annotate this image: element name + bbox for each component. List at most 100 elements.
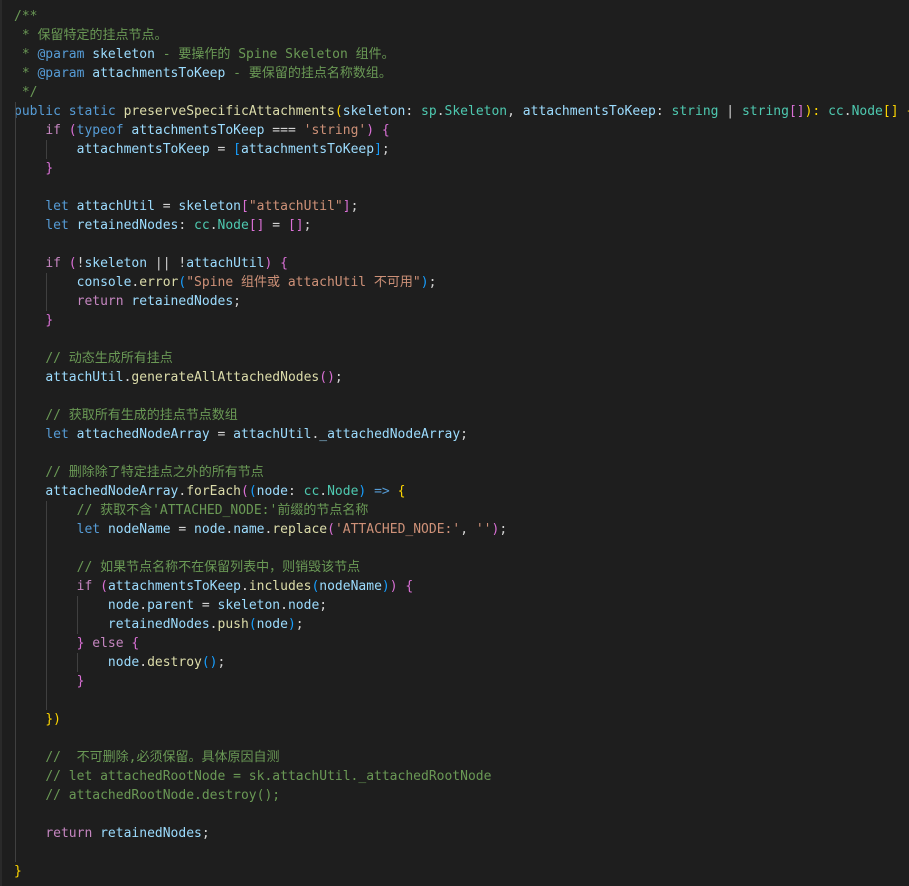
code-token: else bbox=[92, 636, 124, 651]
code-token: ( bbox=[334, 104, 343, 119]
code-line[interactable]: return retainedNodes; bbox=[14, 292, 909, 311]
code-line[interactable]: } bbox=[14, 672, 909, 691]
code-line[interactable]: node.destroy(); bbox=[14, 653, 909, 672]
code-token: // 删除除了特定挂点之外的所有节点 bbox=[45, 465, 264, 480]
code-token: includes bbox=[248, 579, 312, 594]
code-editor[interactable]: /** * 保留特定的挂点节点。 * @param skeleton - 要操作… bbox=[0, 0, 909, 886]
code-line[interactable]: let attachUtil = skeleton["attachUtil"]; bbox=[14, 197, 909, 216]
code-line[interactable]: attachUtil.generateAllAttachedNodes(); bbox=[14, 368, 909, 387]
code-line[interactable]: node.parent = skeleton.node; bbox=[14, 596, 909, 615]
code-line[interactable]: } else { bbox=[14, 634, 909, 653]
code-line[interactable]: let retainedNodes: cc.Node[] = []; bbox=[14, 216, 909, 235]
code-token: destroy bbox=[147, 655, 202, 670]
code-token: skeleton bbox=[92, 47, 155, 62]
code-line[interactable]: // 删除除了特定挂点之外的所有节点 bbox=[14, 463, 909, 482]
code-line[interactable] bbox=[14, 805, 909, 824]
code-line[interactable]: } bbox=[14, 159, 909, 178]
code-token: ( bbox=[241, 484, 249, 499]
code-token: Skeleton bbox=[444, 104, 508, 119]
code-token: /** bbox=[14, 9, 38, 24]
code-token: ) bbox=[381, 579, 390, 594]
code-token: // attachedRootNode.destroy(); bbox=[45, 788, 281, 803]
code-token: : bbox=[287, 484, 304, 499]
code-line[interactable] bbox=[14, 178, 909, 197]
code-token: ; bbox=[460, 427, 468, 442]
code-line[interactable]: } bbox=[14, 862, 909, 881]
code-line[interactable]: */ bbox=[14, 83, 909, 102]
code-line[interactable] bbox=[14, 235, 909, 254]
code-line[interactable]: public static preserveSpecificAttachment… bbox=[14, 102, 909, 121]
code-token: static bbox=[68, 104, 116, 119]
code-token: . bbox=[139, 598, 148, 613]
code-line[interactable]: } bbox=[14, 311, 909, 330]
code-token: = bbox=[209, 142, 234, 157]
code-token: ] bbox=[374, 142, 382, 157]
code-line[interactable]: * @param attachmentsToKeep - 要保留的挂点名称数组。 bbox=[14, 64, 909, 83]
code-line[interactable]: if (!skeleton || !attachUtil) { bbox=[14, 254, 909, 273]
code-token: @param bbox=[37, 66, 85, 81]
code-line[interactable]: }) bbox=[14, 710, 909, 729]
code-token: ) { bbox=[366, 123, 390, 138]
code-token: nodeName bbox=[107, 522, 171, 537]
code-token: ( bbox=[327, 522, 335, 537]
code-line[interactable] bbox=[14, 691, 909, 710]
code-token: = bbox=[194, 598, 218, 613]
code-token: { bbox=[123, 636, 140, 651]
code-line[interactable] bbox=[14, 539, 909, 558]
editor-gutter bbox=[0, 0, 2, 886]
code-line[interactable]: // 获取所有生成的挂点节点数组 bbox=[14, 406, 909, 425]
indent-guide bbox=[15, 102, 16, 862]
code-token: retainedNodes bbox=[107, 617, 210, 632]
code-token: () bbox=[201, 655, 218, 670]
code-token: => bbox=[366, 484, 398, 499]
code-token: { bbox=[397, 484, 406, 499]
code-token: ) bbox=[287, 617, 296, 632]
code-token: retainedNodes bbox=[131, 294, 234, 309]
code-line[interactable]: retainedNodes.push(node); bbox=[14, 615, 909, 634]
code-line[interactable]: // 不可删除,必须保留。具体原因自测 bbox=[14, 748, 909, 767]
code-line[interactable] bbox=[14, 387, 909, 406]
code-line[interactable]: let attachedNodeArray = attachUtil._atta… bbox=[14, 425, 909, 444]
code-token: 'string' bbox=[303, 123, 367, 138]
code-token: . bbox=[209, 218, 218, 233]
code-line[interactable]: // 如果节点名称不在保留列表中，则销毁该节点 bbox=[14, 558, 909, 577]
code-line[interactable]: if (attachmentsToKeep.includes(nodeName)… bbox=[14, 577, 909, 596]
code-line[interactable]: /** bbox=[14, 7, 909, 26]
code-line[interactable] bbox=[14, 330, 909, 349]
code-token: ; bbox=[334, 370, 343, 385]
code-line[interactable]: if (typeof attachmentsToKeep === 'string… bbox=[14, 121, 909, 140]
code-line[interactable] bbox=[14, 843, 909, 862]
code-line[interactable]: let nodeName = node.name.replace('ATTACH… bbox=[14, 520, 909, 539]
code-line[interactable]: // 获取不含'ATTACHED_NODE:'前缀的节点名称 bbox=[14, 501, 909, 520]
code-line[interactable]: attachedNodeArray.forEach((node: cc.Node… bbox=[14, 482, 909, 501]
code-token: = bbox=[170, 522, 195, 537]
code-line[interactable] bbox=[14, 444, 909, 463]
code-token: ; bbox=[295, 617, 304, 632]
code-token: node bbox=[194, 522, 226, 537]
code-token: ( bbox=[68, 256, 77, 271]
code-token: node bbox=[256, 484, 288, 499]
code-token: } bbox=[45, 313, 54, 328]
code-line[interactable] bbox=[14, 729, 909, 748]
code-line[interactable]: attachmentsToKeep = [attachmentsToKeep]; bbox=[14, 140, 909, 159]
code-token: if bbox=[45, 256, 61, 271]
code-line[interactable]: // 动态生成所有挂点 bbox=[14, 349, 909, 368]
code-line[interactable]: console.error("Spine 组件或 attachUtil 不可用"… bbox=[14, 273, 909, 292]
code-token: ) bbox=[420, 275, 429, 290]
code-line[interactable]: return retainedNodes; bbox=[14, 824, 909, 843]
code-line[interactable]: * 保留特定的挂点节点。 bbox=[14, 26, 909, 45]
code-line[interactable]: * @param skeleton - 要操作的 Spine Skeleton … bbox=[14, 45, 909, 64]
code-token: cc bbox=[194, 218, 210, 233]
code-line[interactable]: // attachedRootNode.destroy(); bbox=[14, 786, 909, 805]
code-line[interactable]: // let attachedRootNode = sk.attachUtil.… bbox=[14, 767, 909, 786]
code-token: attachmentsToKeep bbox=[522, 104, 656, 119]
code-token: push bbox=[217, 617, 249, 632]
